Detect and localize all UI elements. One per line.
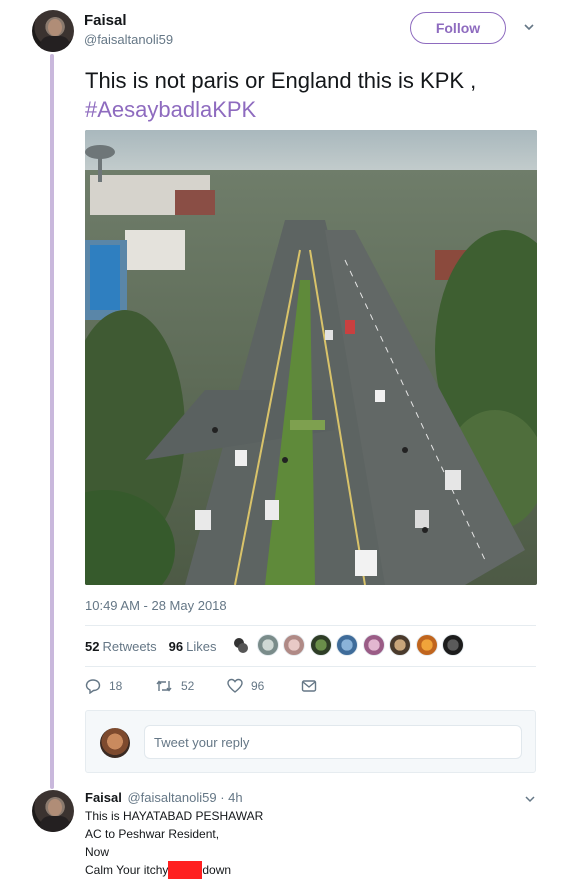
- tweet-text: This is not paris or England this is KPK…: [85, 66, 555, 124]
- hashtag-link[interactable]: #AesaybadlaKPK: [85, 95, 555, 124]
- chevron-down-icon[interactable]: [524, 793, 536, 805]
- reply-line: This is HAYATABAD PESHAWAR: [85, 809, 264, 823]
- retweets-label: Retweets: [102, 638, 157, 654]
- divider: [85, 625, 536, 626]
- envelope-icon: [301, 680, 317, 692]
- like-count: 96: [251, 679, 265, 693]
- reply-line: Now: [85, 845, 110, 859]
- retweets-stat[interactable]: 52 Retweets: [85, 639, 157, 654]
- chevron-down-icon[interactable]: [522, 20, 536, 34]
- reply-line-text: Calm Your itchy: [85, 863, 169, 877]
- author-display-name[interactable]: Faisal: [84, 12, 127, 29]
- author-handle[interactable]: @faisaltanoli59: [84, 32, 173, 47]
- current-user-avatar: [100, 728, 130, 758]
- reply-author-avatar[interactable]: [32, 790, 74, 832]
- likes-label: Likes: [186, 638, 217, 654]
- author-avatar[interactable]: [32, 10, 74, 52]
- liker-avatar[interactable]: [256, 634, 279, 656]
- reply-line: Calm Your itchy down: [85, 861, 263, 879]
- reply-text: This is HAYATABAD PESHAWAR AC to Peshwar…: [85, 807, 263, 879]
- reply-action[interactable]: 18: [85, 678, 155, 694]
- retweet-icon: [156, 680, 172, 692]
- retweets-count: 52: [85, 638, 100, 654]
- reply-composer: Tweet your reply: [85, 710, 536, 773]
- reply-count: 18: [109, 679, 123, 693]
- reply-line: AC to Peshwar Resident,: [85, 827, 220, 841]
- liker-avatar[interactable]: [362, 634, 385, 656]
- liker-avatars: [230, 634, 469, 656]
- engagement-stats: 52 Retweets 96 Likes: [85, 636, 229, 656]
- liker-avatar[interactable]: [230, 634, 252, 656]
- tweet-actions: 18 52 96: [85, 678, 325, 694]
- reply-tweet[interactable]: Faisal @faisaltanoli59 · 4h This is HAYA…: [32, 790, 552, 887]
- reply-input[interactable]: Tweet your reply: [144, 725, 522, 759]
- retweet-action[interactable]: 52: [155, 678, 227, 694]
- follow-button[interactable]: Follow: [410, 12, 506, 44]
- liker-avatar[interactable]: [415, 634, 438, 656]
- likes-stat[interactable]: 96 Likes: [169, 639, 217, 654]
- liker-avatar[interactable]: [442, 634, 464, 656]
- like-action[interactable]: 96: [227, 678, 301, 694]
- heart-icon: [227, 678, 243, 693]
- likes-count: 96: [168, 638, 184, 654]
- liker-avatar[interactable]: [389, 634, 411, 656]
- reply-separator: ·: [220, 790, 225, 805]
- city-road-aerial-photo: [85, 130, 537, 585]
- tweet-text-body: This is not paris or England this is KPK…: [85, 68, 477, 93]
- tweet-header: Faisal @faisaltanoli59 Follow: [32, 10, 552, 54]
- reply-author-handle[interactable]: @faisaltanoli59: [127, 790, 216, 805]
- reply-icon: [85, 679, 101, 694]
- tweet-photo[interactable]: [85, 130, 537, 585]
- divider: [85, 666, 536, 667]
- redaction-box: [168, 861, 203, 879]
- liker-avatar[interactable]: [309, 634, 332, 656]
- liker-avatar[interactable]: [336, 634, 358, 656]
- thread-connector-line: [50, 54, 54, 789]
- reply-line-end: down: [202, 863, 232, 877]
- reply-header: Faisal @faisaltanoli59 · 4h: [85, 790, 243, 805]
- reply-age[interactable]: 4h: [228, 790, 242, 805]
- retweet-count: 52: [181, 679, 195, 693]
- reply-author-name[interactable]: Faisal: [85, 790, 122, 805]
- tweet-timestamp[interactable]: 10:49 AM - 28 May 2018: [85, 598, 227, 613]
- liker-avatar[interactable]: [283, 634, 305, 656]
- direct-message-action[interactable]: [301, 679, 325, 693]
